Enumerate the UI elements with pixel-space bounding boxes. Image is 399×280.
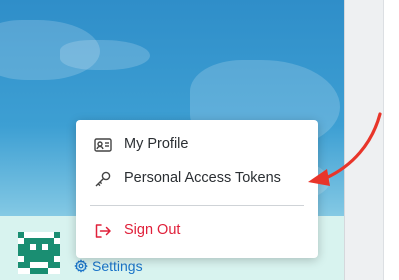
pixel-avatar-icon[interactable] bbox=[18, 232, 60, 274]
menu-item-sign-out[interactable]: Sign Out bbox=[76, 214, 318, 248]
menu-divider bbox=[90, 205, 304, 206]
settings-label: Settings bbox=[92, 258, 143, 274]
key-icon bbox=[94, 170, 112, 188]
background-map-shape bbox=[60, 40, 150, 70]
gear-icon bbox=[74, 259, 88, 273]
sign-out-icon bbox=[94, 222, 112, 240]
menu-item-label: My Profile bbox=[124, 136, 189, 152]
red-arrow-icon bbox=[308, 112, 382, 186]
menu-item-label: Sign Out bbox=[124, 222, 181, 238]
user-dropdown-menu: My Profile Personal Access Tokens Sign O… bbox=[76, 120, 318, 258]
menu-item-my-profile[interactable]: My Profile bbox=[76, 128, 318, 162]
menu-item-personal-access-tokens[interactable]: Personal Access Tokens bbox=[76, 162, 318, 196]
settings-link[interactable]: Settings bbox=[74, 256, 143, 276]
id-card-icon bbox=[94, 136, 112, 154]
menu-item-label: Personal Access Tokens bbox=[124, 170, 281, 186]
